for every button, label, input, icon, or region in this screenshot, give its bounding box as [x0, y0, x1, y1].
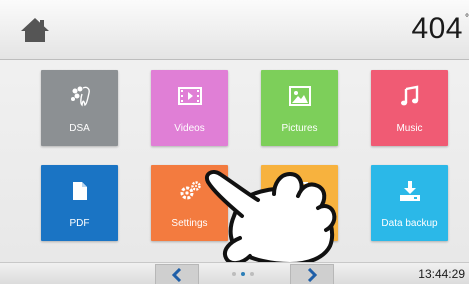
tile-label: Pictures: [281, 123, 318, 134]
clock: 13:44:29: [418, 267, 465, 281]
page-indicator: [232, 272, 258, 278]
tile-label: Videos: [174, 123, 205, 134]
dsa-tooth-icon: [70, 86, 90, 107]
tile-pictures[interactable]: Pictures: [261, 70, 338, 146]
tile-dsa[interactable]: DSA: [41, 70, 118, 146]
previous-page-button[interactable]: [155, 264, 199, 284]
chevron-right-icon: [307, 267, 318, 282]
home-button[interactable]: [20, 16, 50, 44]
next-page-button[interactable]: [290, 264, 334, 284]
home-icon: [21, 18, 49, 42]
tile-label: ture: [297, 218, 315, 229]
tile-label: Settings: [171, 218, 208, 229]
temperature-unit: °: [465, 13, 469, 24]
tile-label: DSA: [69, 123, 90, 134]
tile-settings[interactable]: Settings: [151, 165, 228, 241]
gears-icon: [180, 181, 201, 200]
backup-download-icon: [399, 181, 420, 201]
document-icon: [72, 182, 87, 200]
chevron-left-icon: [171, 267, 182, 282]
page-dot: [241, 272, 245, 276]
page-dot: [232, 272, 236, 276]
screen: 404 ° DSA Videos Pictures Music PDF Sett…: [0, 0, 469, 284]
tile-label: Data backup: [381, 218, 438, 229]
music-note-icon: [400, 85, 418, 106]
page-dot: [250, 272, 254, 276]
tile-music[interactable]: Music: [371, 70, 448, 146]
footer-bar: 13:44:29: [0, 262, 469, 284]
tile-pdf[interactable]: PDF: [41, 165, 118, 241]
tile-label: Music: [396, 123, 423, 134]
tile-picture[interactable]: ture: [261, 165, 338, 241]
tile-label: PDF: [69, 218, 90, 229]
tile-videos[interactable]: Videos: [151, 70, 228, 146]
film-icon: [177, 87, 202, 105]
message-icon: [293, 182, 308, 194]
tile-data-backup[interactable]: Data backup: [371, 165, 448, 241]
header-bar: 404 °: [0, 0, 469, 60]
temperature-display: 404: [411, 12, 463, 45]
picture-icon: [288, 86, 311, 106]
